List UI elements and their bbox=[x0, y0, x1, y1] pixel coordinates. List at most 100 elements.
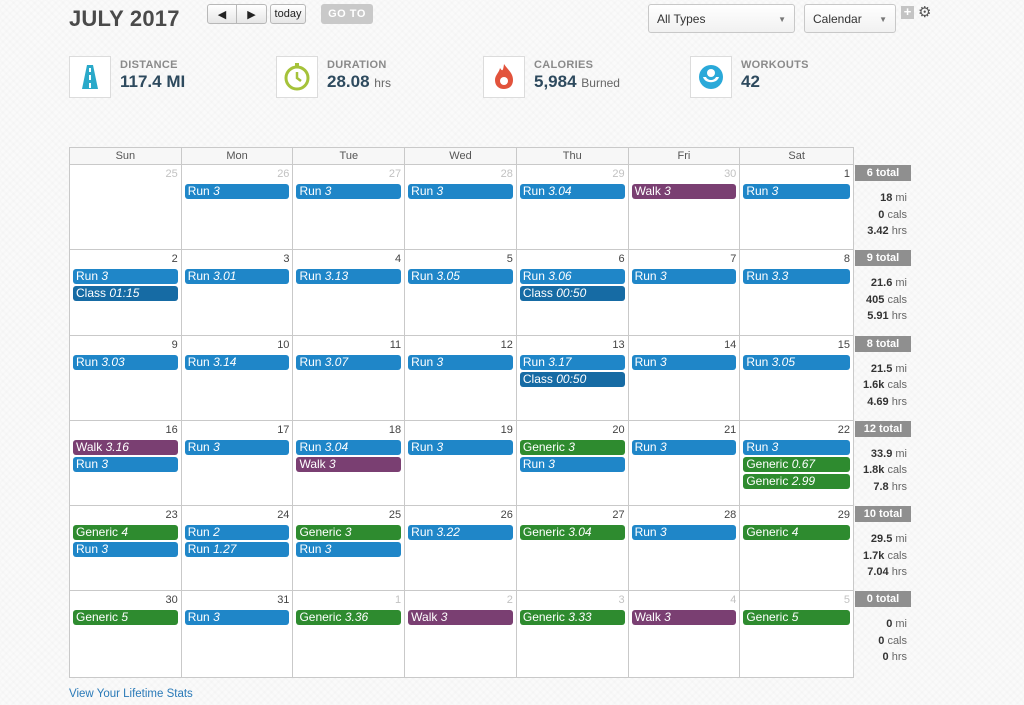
workout-event-walk[interactable]: Walk 3 bbox=[631, 610, 737, 626]
workout-event-run[interactable]: Run 3.06 bbox=[519, 269, 625, 285]
calendar-day[interactable]: 30 Generic 5 bbox=[70, 591, 182, 677]
calendar-day[interactable]: 30 Walk 3 bbox=[629, 165, 741, 250]
calendar-day[interactable]: 29 Generic 4 bbox=[740, 506, 853, 590]
calendar-day[interactable]: 27 Run 3 bbox=[293, 165, 406, 250]
calendar-day[interactable]: 1 Generic 3.36 bbox=[293, 591, 406, 677]
workout-event-generic[interactable]: Generic 3 bbox=[519, 439, 625, 455]
calendar-day[interactable]: 10 Run 3.14 bbox=[182, 335, 294, 420]
calendar-day[interactable]: 20 Generic 3 Run 3 bbox=[517, 420, 629, 506]
workout-event-generic[interactable]: Generic 2.99 bbox=[743, 473, 851, 489]
goto-button[interactable]: GO TO bbox=[321, 4, 373, 24]
workout-event-walk[interactable]: Walk 3 bbox=[408, 610, 513, 626]
next-month-button[interactable]: ▶ bbox=[237, 4, 267, 24]
workout-event-run[interactable]: Run 3.03 bbox=[73, 354, 178, 370]
add-icon[interactable]: + bbox=[901, 5, 914, 19]
workout-event-walk[interactable]: Walk 3 bbox=[296, 456, 402, 472]
calendar-day[interactable]: 3 Generic 3.33 bbox=[517, 591, 629, 677]
workout-event-generic[interactable]: Generic 3.36 bbox=[296, 610, 402, 626]
workout-event-run[interactable]: Run 3 bbox=[631, 439, 737, 455]
calendar-day[interactable]: 2 Run 3 Class 01:15 bbox=[70, 250, 182, 335]
calendar-day[interactable]: 27 Generic 3.04 bbox=[517, 506, 629, 591]
calendar-day[interactable]: 8 Run 3.3 bbox=[740, 250, 853, 334]
calendar-day[interactable]: 21 Run 3 bbox=[629, 420, 741, 506]
type-select[interactable]: All Types ▼ bbox=[648, 4, 795, 33]
workout-event-run[interactable]: Run 3 bbox=[296, 184, 402, 199]
calendar-day[interactable]: 16 Walk 3.16 Run 3 bbox=[70, 420, 182, 506]
workout-event-generic[interactable]: Generic 0.67 bbox=[743, 456, 851, 472]
calendar-day[interactable]: 17 Run 3 bbox=[182, 420, 294, 506]
calendar-day[interactable]: 18 Run 3.04 Walk 3 bbox=[293, 420, 406, 506]
workout-event-run[interactable]: Run 3.04 bbox=[519, 184, 625, 199]
calendar-day[interactable]: 2 Walk 3 bbox=[405, 591, 517, 677]
workout-event-run[interactable]: Run 1.27 bbox=[184, 542, 290, 558]
calendar-day[interactable]: 22 Run 3 Generic 0.67 Generic 2.99 bbox=[740, 421, 853, 505]
calendar-day[interactable]: 26 Run 3 bbox=[182, 165, 294, 250]
calendar-day[interactable]: 5 Run 3.05 bbox=[405, 250, 517, 335]
calendar-day[interactable]: 11 Run 3.07 bbox=[293, 335, 406, 420]
calendar-day[interactable]: 4 Run 3.13 bbox=[293, 250, 406, 335]
calendar-day[interactable]: 28 Run 3 bbox=[405, 165, 517, 250]
workout-event-generic[interactable]: Generic 5 bbox=[73, 610, 178, 626]
workout-event-run[interactable]: Run 3 bbox=[184, 610, 290, 626]
workout-event-run[interactable]: Run 3 bbox=[184, 184, 290, 199]
workout-event-run[interactable]: Run 3.14 bbox=[184, 354, 290, 370]
calendar-day[interactable]: 15 Run 3.05 bbox=[740, 336, 853, 420]
workout-event-generic[interactable]: Generic 5 bbox=[743, 610, 851, 626]
workout-event-run[interactable]: Run 3 bbox=[631, 354, 737, 370]
workout-event-run[interactable]: Run 3.05 bbox=[408, 269, 513, 285]
workout-event-run[interactable]: Run 3.13 bbox=[296, 269, 402, 285]
calendar-day[interactable]: 23 Generic 4 Run 3 bbox=[70, 506, 182, 591]
workout-event-generic[interactable]: Generic 3.04 bbox=[519, 525, 625, 541]
calendar-day[interactable]: 31 Run 3 bbox=[182, 591, 294, 677]
workout-event-run[interactable]: Run 3 bbox=[519, 456, 625, 472]
calendar-day[interactable]: 7 Run 3 bbox=[629, 250, 741, 335]
calendar-day[interactable]: 5 Generic 5 bbox=[740, 591, 853, 676]
calendar-day[interactable]: 12 Run 3 bbox=[405, 335, 517, 420]
workout-event-run[interactable]: Run 3 bbox=[631, 269, 737, 285]
calendar-day[interactable]: 25 Generic 3 Run 3 bbox=[293, 506, 406, 591]
workout-event-run[interactable]: Run 3.04 bbox=[296, 439, 402, 455]
workout-event-run[interactable]: Run 3.22 bbox=[408, 525, 513, 541]
calendar-day[interactable]: 1 Run 3 bbox=[740, 165, 853, 249]
workout-event-generic[interactable]: Generic 3.33 bbox=[519, 610, 625, 626]
calendar-day[interactable]: 26 Run 3.22 bbox=[405, 506, 517, 591]
workout-event-run[interactable]: Run 3 bbox=[631, 525, 737, 541]
workout-event-run[interactable]: Run 3 bbox=[73, 269, 178, 285]
calendar-day[interactable]: 4 Walk 3 bbox=[629, 591, 741, 677]
workout-event-run[interactable]: Run 3 bbox=[184, 439, 290, 455]
calendar-day[interactable]: 19 Run 3 bbox=[405, 420, 517, 506]
workout-event-class[interactable]: Class 00:50 bbox=[519, 286, 625, 302]
lifetime-stats-link[interactable]: View Your Lifetime Stats bbox=[69, 688, 193, 700]
workout-event-class[interactable]: Class 01:15 bbox=[73, 286, 178, 302]
workout-event-run[interactable]: Run 3.05 bbox=[743, 354, 851, 370]
calendar-day[interactable]: 24 Run 2 Run 1.27 bbox=[182, 506, 294, 591]
workout-event-class[interactable]: Class 00:50 bbox=[519, 371, 625, 387]
workout-event-generic[interactable]: Generic 4 bbox=[743, 525, 851, 541]
calendar-day[interactable]: 9 Run 3.03 bbox=[70, 335, 182, 420]
calendar-day[interactable]: 25 bbox=[70, 165, 182, 250]
prev-month-button[interactable]: ◀ bbox=[207, 4, 237, 24]
workout-event-walk[interactable]: Walk 3.16 bbox=[73, 439, 178, 455]
calendar-day[interactable]: 13 Run 3.17 Class 00:50 bbox=[517, 335, 629, 420]
workout-event-run[interactable]: Run 3.17 bbox=[519, 354, 625, 370]
workout-event-run[interactable]: Run 3 bbox=[73, 456, 178, 472]
calendar-day[interactable]: 3 Run 3.01 bbox=[182, 250, 294, 335]
workout-event-run[interactable]: Run 3.01 bbox=[184, 269, 290, 285]
workout-event-generic[interactable]: Generic 4 bbox=[73, 525, 178, 541]
calendar-day[interactable]: 14 Run 3 bbox=[629, 335, 741, 420]
workout-event-run[interactable]: Run 3 bbox=[296, 542, 402, 558]
workout-event-run[interactable]: Run 3.3 bbox=[743, 269, 851, 285]
workout-event-walk[interactable]: Walk 3 bbox=[631, 184, 737, 199]
calendar-day[interactable]: 29 Run 3.04 bbox=[517, 165, 629, 250]
workout-event-run[interactable]: Run 3 bbox=[743, 184, 851, 199]
workout-event-run[interactable]: Run 3.07 bbox=[296, 354, 402, 370]
workout-event-run[interactable]: Run 3 bbox=[73, 542, 178, 558]
calendar-day[interactable]: 28 Run 3 bbox=[629, 506, 741, 591]
today-button[interactable]: today bbox=[270, 4, 306, 24]
workout-event-run[interactable]: Run 3 bbox=[743, 439, 851, 455]
workout-event-run[interactable]: Run 3 bbox=[408, 184, 513, 199]
workout-event-run[interactable]: Run 3 bbox=[408, 354, 513, 370]
workout-event-generic[interactable]: Generic 3 bbox=[296, 525, 402, 541]
calendar-day[interactable]: 6 Run 3.06 Class 00:50 bbox=[517, 250, 629, 335]
workout-event-run[interactable]: Run 3 bbox=[408, 439, 513, 455]
